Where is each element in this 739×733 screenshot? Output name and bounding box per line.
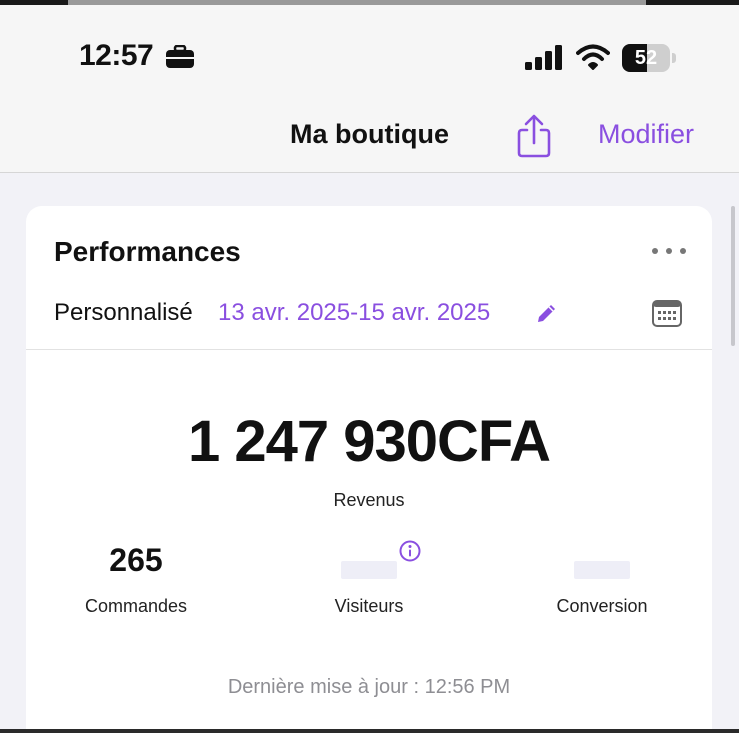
scrollbar[interactable] xyxy=(731,206,735,346)
share-icon[interactable] xyxy=(514,113,554,159)
last-updated-text: Dernière mise à jour : 12:56 PM xyxy=(227,676,511,698)
stat-loading-placeholder xyxy=(341,561,397,579)
briefcase-icon xyxy=(166,45,194,68)
date-range-label: Personnalisé xyxy=(54,299,193,326)
modify-button[interactable]: Modifier xyxy=(598,119,694,150)
performance-card: Performances Personnalisé 13 avr. 2025-1… xyxy=(26,206,712,733)
stat-visitors: Visiteurs xyxy=(269,538,469,616)
navigation-bar: Ma boutique Modifier xyxy=(0,95,739,173)
stat-value: 265 xyxy=(109,542,163,578)
battery-percentage: 52 xyxy=(634,47,658,69)
stat-label: Conversion xyxy=(556,596,648,616)
stat-orders: 265 Commandes xyxy=(36,538,236,616)
stat-loading-placeholder xyxy=(574,561,630,579)
wifi-icon xyxy=(576,44,610,70)
status-bar: 12:57 52 xyxy=(0,5,739,95)
stat-label: Visiteurs xyxy=(334,596,404,616)
cellular-signal-icon xyxy=(525,45,562,70)
card-title: Performances xyxy=(54,236,241,267)
revenue-label: Revenus xyxy=(333,490,405,510)
more-options-icon[interactable] xyxy=(652,244,686,258)
date-range-value[interactable]: 13 avr. 2025-15 avr. 2025 xyxy=(218,299,490,327)
status-time: 12:57 xyxy=(79,39,154,72)
bottom-edge xyxy=(0,729,739,733)
pencil-icon[interactable] xyxy=(534,302,558,326)
stat-conversion: Conversion xyxy=(502,538,702,616)
app-screen: 12:57 52 Ma boutique Modifier Performanc… xyxy=(0,0,739,733)
calendar-icon[interactable] xyxy=(651,298,683,328)
stat-label: Commandes xyxy=(84,596,188,616)
revenue-value: 1 247 930CFA xyxy=(187,409,551,474)
info-icon[interactable] xyxy=(399,540,421,562)
battery-icon: 52 xyxy=(622,44,676,72)
card-divider xyxy=(26,349,712,350)
